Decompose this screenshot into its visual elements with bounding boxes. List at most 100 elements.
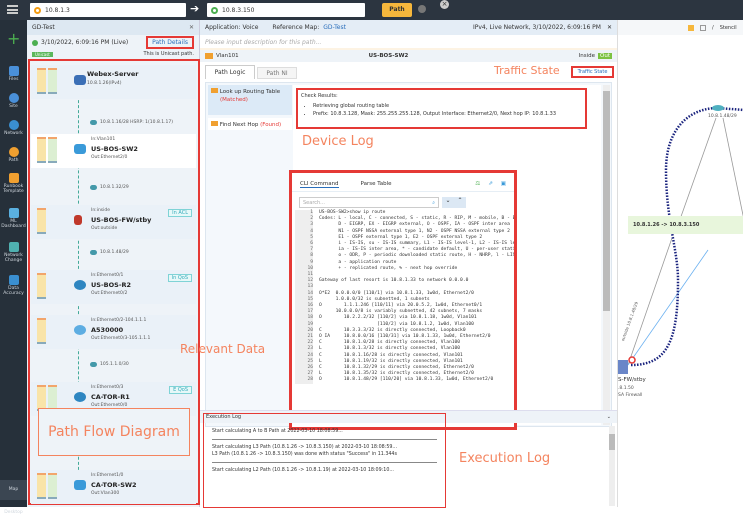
qos-tag[interactable]: In QoS — [168, 274, 192, 282]
gear-icon[interactable] — [418, 5, 426, 13]
path-button[interactable]: Path — [382, 3, 412, 17]
path-icon — [9, 147, 19, 157]
qos-tag[interactable]: E QoS — [169, 386, 192, 394]
nav-data-accuracy[interactable]: Data Accuracy — [0, 275, 27, 296]
link — [723, 118, 743, 220]
cli-output: 1US-BOS-SW2>show ip route2Codes: L - loc… — [292, 210, 514, 384]
step-next-hop[interactable]: Find Next Hop (Found) — [208, 118, 292, 130]
nav-label: Path — [9, 158, 19, 163]
folder-icon — [9, 66, 19, 76]
execution-log-annotation: Execution Log — [459, 451, 550, 466]
out-badge: Out — [598, 53, 612, 59]
step-icon — [211, 88, 218, 93]
detail-header: Application: Voice Reference Map: GD-Tes… — [200, 20, 617, 35]
top-bar: 10.8.1.3 ➔ 10.8.3.150 Path × — [0, 0, 743, 20]
flow-node[interactable]: In:Ethernet0/1US-BOS-R2Out:Ethernet0/2In… — [31, 270, 196, 304]
check-results: Check Results: Retrieving global routing… — [296, 88, 587, 129]
execution-log-panel: Execution Log⌄ Start calculating A to B … — [200, 410, 617, 507]
application-label: Application: Voice — [205, 24, 258, 31]
search-icon: ⌕ — [432, 200, 435, 206]
step-icon — [211, 121, 218, 126]
tab-path-ni[interactable]: Path NI — [257, 67, 297, 79]
nav-path[interactable]: Path — [0, 147, 27, 163]
add-icon[interactable]: + — [7, 32, 20, 46]
prev-match-button[interactable]: ⌃ — [454, 197, 466, 208]
flow-node[interactable]: In:Ethernet0/2-104.1.1.1A530000Out:Ether… — [31, 315, 196, 349]
tab-parse-table[interactable]: Parse Table — [361, 181, 392, 188]
timestamp-select[interactable]: 3/10/2022, 6:09:16 PM (Live) — [41, 39, 128, 46]
accuracy-icon — [9, 275, 19, 285]
nav-label: Data Accuracy — [3, 286, 24, 296]
map-device-name[interactable]: S-FW/stby — [618, 377, 646, 383]
close-icon[interactable]: ✕ — [189, 24, 194, 31]
map-device-type: SA Firewall — [618, 393, 642, 398]
nav-network[interactable]: Network — [0, 120, 27, 136]
topology-map: / Stencil 10.8.1.48/29 10.8.1.26 -> 10.8… — [617, 20, 743, 507]
menu-icon[interactable] — [7, 5, 18, 14]
step-routing-table[interactable]: Look up Routing Table(Matched) — [208, 85, 292, 115]
nav-map[interactable]: Map — [0, 480, 27, 500]
cli-line: 28O 10.8.1.48/29 [110/20] via 10.8.1.33,… — [295, 377, 514, 383]
server-icon — [74, 75, 86, 85]
close-icon[interactable]: ✕ — [607, 24, 612, 31]
next-match-button[interactable]: ⌄ — [442, 197, 454, 208]
nav-runbook[interactable]: Runbook Template — [0, 173, 27, 194]
log-line: L3 Path (10.8.1.26 -> 10.8.3.150) was do… — [212, 451, 437, 458]
description-input[interactable]: Please input description for this path..… — [200, 35, 617, 50]
relevant-data-annotation: Relevant Data — [180, 342, 265, 356]
copy-icon[interactable]: ▣ — [501, 181, 506, 188]
nav-site[interactable]: Site — [0, 93, 27, 109]
inside-label: Inside — [579, 53, 595, 59]
acl-tag[interactable]: In ACL — [168, 209, 192, 217]
path-panel: GD-Test✕ 3/10/2022, 6:09:16 PM (Live) Pa… — [27, 20, 200, 507]
subnet-label: 105.1.1.0/30 — [100, 362, 129, 367]
log-line: Start calculating L3 Path (10.8.1.26 -> … — [212, 444, 437, 451]
collapse-icon[interactable]: ⌄ — [607, 414, 611, 420]
scrollbar[interactable] — [609, 426, 615, 506]
destination-input[interactable]: 10.8.3.150 — [207, 3, 365, 17]
router-icon — [74, 325, 86, 335]
arrow-icon: ➔ — [190, 2, 199, 15]
subnet-label: 10.8.1.16/28 HSRP: 1(10.8.1.17) — [100, 120, 173, 125]
tab-cli-command[interactable]: CLI Command — [300, 181, 339, 188]
traffic-state-button[interactable]: Traffic State — [571, 66, 614, 78]
search-input[interactable]: Search...⌕ — [299, 197, 439, 208]
traffic-state-annotation: Traffic State — [494, 64, 560, 77]
source-input[interactable]: 10.8.1.3 — [30, 3, 186, 17]
tab-path-logic[interactable]: Path Logic — [205, 65, 255, 79]
unicast-text: This is Unicast path. — [143, 51, 194, 57]
subnet-label: 10.8.1.48/29 — [100, 250, 129, 255]
close-icon[interactable]: × — [440, 0, 449, 9]
source-ip: 10.8.1.3 — [45, 7, 70, 14]
flow-node[interactable]: In:Ethernet1/0CA-TOR-SW2Out:Vlan300 — [31, 470, 196, 504]
cloud-icon — [712, 105, 724, 111]
path-details-button[interactable]: Path Details — [146, 36, 194, 49]
router-icon — [74, 280, 86, 290]
nav-files[interactable]: Files — [0, 66, 27, 82]
reference-map-label: Reference Map: — [272, 24, 319, 31]
compare-icon[interactable]: ⚖ — [475, 181, 480, 188]
nav-label: Network Change — [4, 253, 23, 263]
nav-label: Site — [9, 104, 18, 109]
log-line: Start calculating L2 Path (10.8.1.26 -> … — [212, 467, 437, 474]
destination-ip: 10.8.3.150 — [222, 7, 254, 14]
route-path — [631, 108, 743, 365]
alert-icon — [629, 357, 635, 363]
export-icon[interactable]: ⇗ — [488, 181, 493, 188]
nav-ml-dashboard[interactable]: ML Dashboard — [0, 208, 27, 229]
map-canvas[interactable] — [618, 20, 743, 507]
nav-network-change[interactable]: Network Change — [0, 242, 27, 263]
scrollbar[interactable] — [603, 85, 610, 425]
map-device-ip: .8.1.50 — [618, 386, 634, 391]
switch-icon — [74, 480, 86, 490]
map-subnet-label: 10.8.1.48/29 — [708, 114, 737, 119]
flow-node[interactable]: In:Vlan101US-BOS-SW2Out:Ethernet2/0 — [31, 134, 196, 168]
nav-label: Runbook Template — [3, 184, 24, 194]
nav-label: Files — [9, 77, 19, 82]
network-info: IPv4, Live Network, 3/10/2022, 6:09:16 P… — [473, 24, 601, 31]
live-icon — [32, 40, 38, 46]
check-title: Check Results: — [301, 93, 582, 99]
reference-map-link[interactable]: GD-Test — [323, 24, 346, 31]
flow-node[interactable]: In:insideUS-BOS-FW/stbyOut:outsideIn ACL — [31, 205, 196, 239]
flow-node[interactable]: Webex-Server10.8.1.26(IPv4) — [31, 65, 196, 99]
